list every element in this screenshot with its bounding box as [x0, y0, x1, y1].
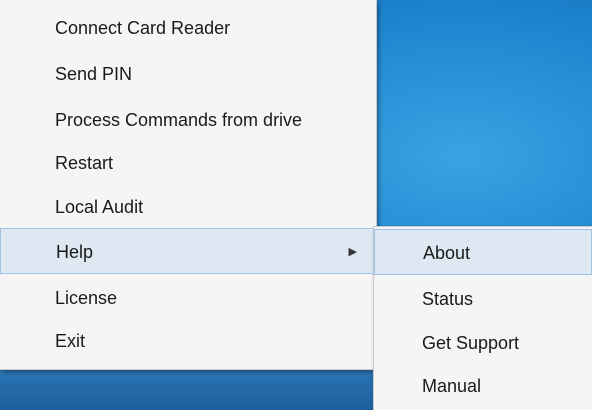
desktop-background: Connect Card Reader Send PIN Process Com… — [0, 0, 592, 410]
submenu-item-about[interactable]: About — [374, 229, 592, 275]
menu-item-label: Exit — [55, 331, 86, 351]
submenu-arrow-icon: ▶ — [348, 246, 357, 258]
submenu-item-label: About — [423, 243, 471, 263]
desktop-strip — [0, 370, 380, 410]
help-submenu: About Status Get Support Manual — [373, 226, 592, 410]
menu-item-help[interactable]: Help ▶ — [0, 228, 376, 274]
submenu-item-label: Get Support — [422, 333, 520, 353]
menu-item-label: Send PIN — [55, 64, 133, 84]
menu-item-process-commands[interactable]: Process Commands from drive — [0, 97, 376, 143]
submenu-item-status[interactable]: Status — [374, 276, 592, 322]
context-menu: Connect Card Reader Send PIN Process Com… — [0, 0, 377, 370]
menu-item-license[interactable]: License — [0, 275, 376, 321]
submenu-item-label: Status — [422, 289, 474, 309]
menu-item-exit[interactable]: Exit — [0, 318, 376, 364]
menu-item-send-pin[interactable]: Send PIN — [0, 51, 376, 97]
menu-item-label: Restart — [55, 153, 114, 173]
menu-item-label: License — [55, 288, 118, 308]
menu-item-label: Connect Card Reader — [55, 18, 231, 38]
submenu-item-manual[interactable]: Manual — [374, 363, 592, 409]
menu-item-label: Process Commands from drive — [55, 110, 303, 130]
submenu-item-get-support[interactable]: Get Support — [374, 320, 592, 366]
menu-item-local-audit[interactable]: Local Audit — [0, 184, 376, 230]
menu-item-label: Help — [56, 242, 94, 262]
submenu-item-label: Manual — [422, 376, 482, 396]
menu-item-label: Local Audit — [55, 197, 144, 217]
menu-item-restart[interactable]: Restart — [0, 140, 376, 186]
menu-item-connect-card-reader[interactable]: Connect Card Reader — [0, 5, 376, 51]
